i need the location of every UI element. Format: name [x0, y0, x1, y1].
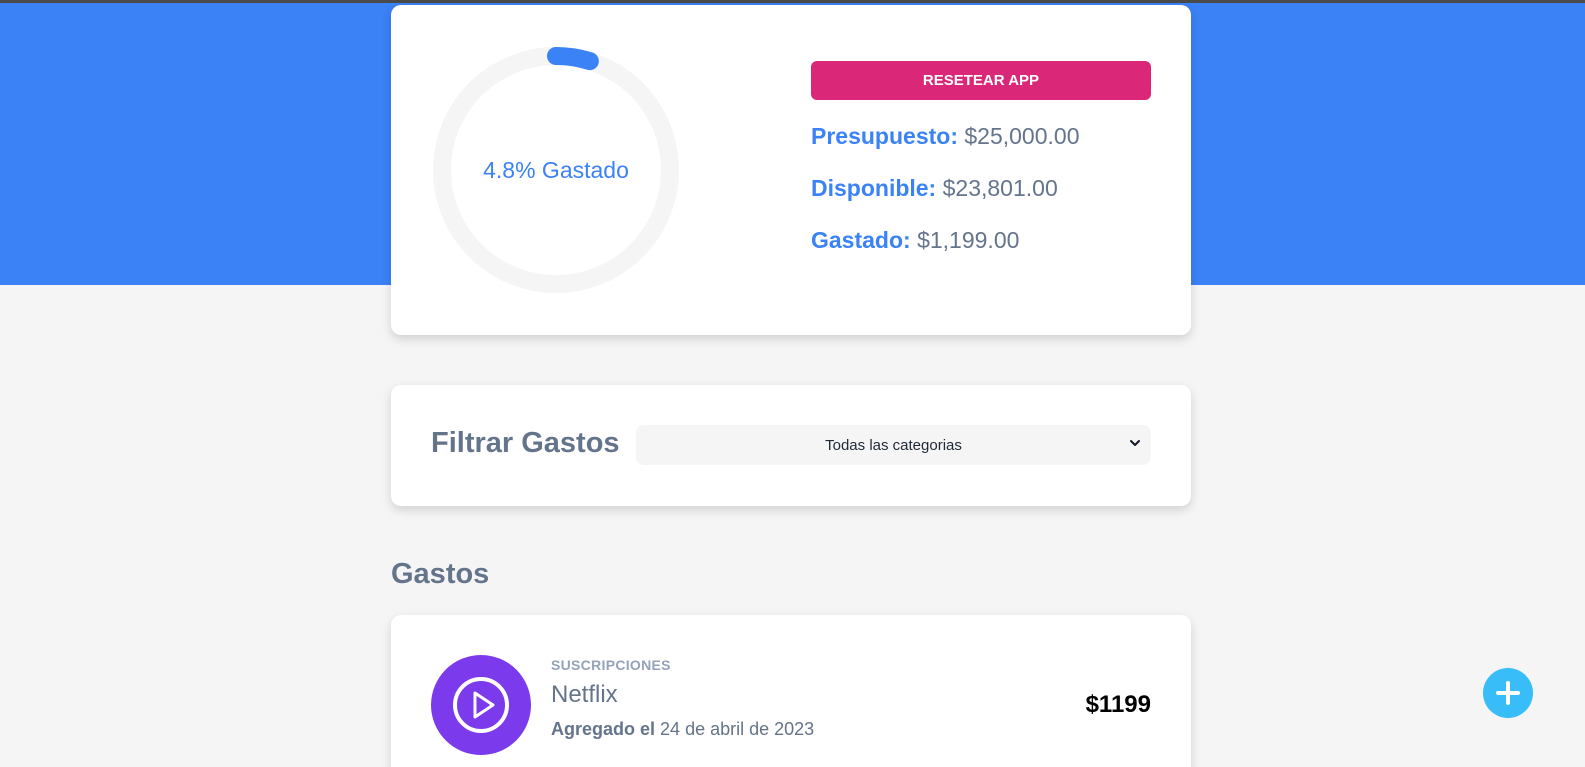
- play-icon: [453, 677, 509, 733]
- budget-card: 4.8% Gastado RESETEAR APP Presupuesto: $…: [391, 5, 1191, 335]
- filter-card: Filtrar Gastos Todas las categorias: [391, 385, 1191, 506]
- expense-item[interactable]: SUSCRIPCIONES Netflix Agregado el 24 de …: [391, 615, 1191, 767]
- gastado-stat: Gastado: $1,199.00: [811, 227, 1019, 254]
- category-filter-select[interactable]: Todas las categorias: [636, 425, 1151, 465]
- presupuesto-value: $25,000.00: [964, 123, 1080, 149]
- add-expense-button[interactable]: [1483, 668, 1533, 718]
- presupuesto-label: Presupuesto:: [811, 123, 958, 149]
- progress-ring: 4.8% Gastado: [431, 45, 681, 295]
- subscription-category-icon: [431, 655, 531, 755]
- disponible-stat: Disponible: $23,801.00: [811, 175, 1058, 202]
- disponible-label: Disponible:: [811, 175, 937, 201]
- expense-name: Netflix: [551, 681, 618, 708]
- chevron-down-icon: [1130, 440, 1140, 446]
- expense-amount: $1199: [1085, 691, 1151, 718]
- plus-icon: [1496, 681, 1520, 705]
- progress-ring-label: 4.8% Gastado: [483, 156, 629, 183]
- gastado-value: $1,199.00: [917, 227, 1020, 253]
- presupuesto-stat: Presupuesto: $25,000.00: [811, 123, 1080, 150]
- expense-date-value: 24 de abril de 2023: [660, 719, 815, 739]
- filter-title: Filtrar Gastos: [431, 427, 620, 459]
- category-filter-value: Todas las categorias: [825, 436, 962, 454]
- expense-category: SUSCRIPCIONES: [551, 657, 671, 673]
- disponible-value: $23,801.00: [942, 175, 1058, 201]
- reset-app-button[interactable]: RESETEAR APP: [811, 61, 1151, 100]
- gastado-label: Gastado:: [811, 227, 911, 253]
- expense-date: Agregado el 24 de abril de 2023: [551, 719, 814, 740]
- expense-date-label: Agregado el: [551, 719, 656, 739]
- expenses-title: Gastos: [391, 558, 490, 590]
